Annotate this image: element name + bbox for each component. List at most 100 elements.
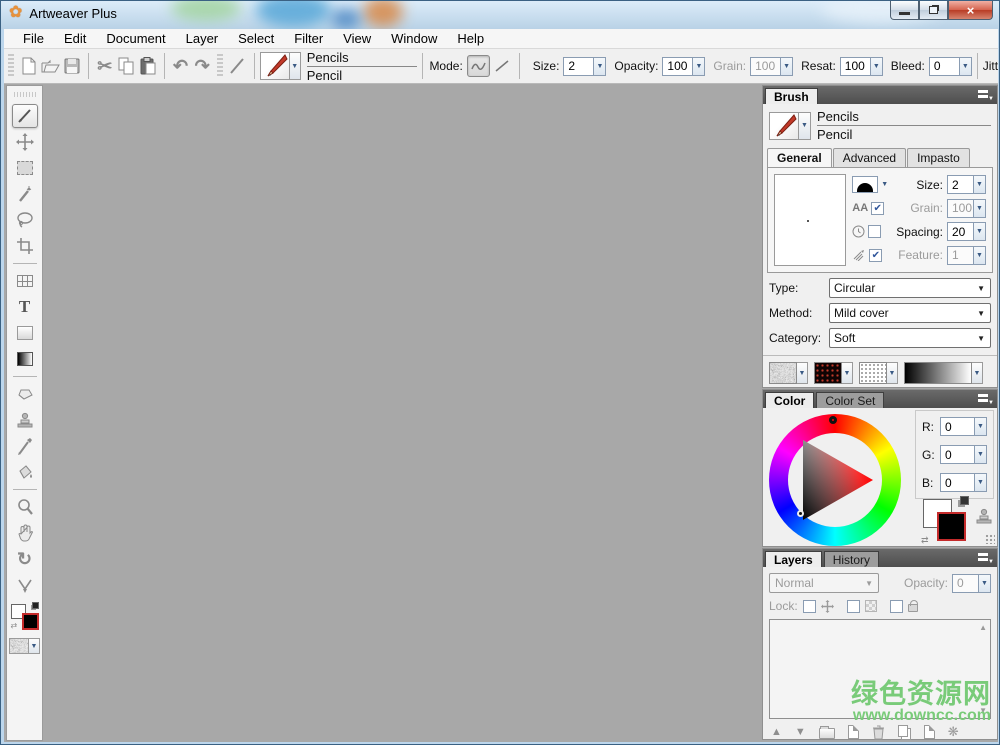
clone-stamp-tool[interactable] — [12, 408, 38, 432]
title-bar[interactable]: ✿ Artweaver Plus × — [1, 1, 999, 29]
layer-settings-gear-icon[interactable]: ❋ — [948, 724, 959, 740]
stipple-texture-swatch[interactable] — [859, 362, 887, 384]
toolbar-drag-handle[interactable] — [8, 54, 15, 78]
magic-wand-tool[interactable] — [12, 182, 38, 206]
lasso-tool[interactable] — [12, 208, 38, 232]
rotate-view-tool[interactable]: ↻ — [12, 547, 38, 571]
brush-category-label[interactable]: Pencils — [306, 50, 417, 67]
new-document-button[interactable] — [18, 54, 40, 78]
pattern-texture-swatch[interactable] — [814, 362, 842, 384]
gradient-dropdown[interactable]: ▼ — [972, 362, 983, 384]
menu-window[interactable]: Window — [382, 29, 446, 48]
stipple-texture-dropdown[interactable]: ▼ — [887, 362, 898, 384]
background-color-swatch-selected[interactable] — [21, 613, 39, 630]
freehand-mode-button[interactable] — [466, 55, 491, 77]
cut-button[interactable]: ✂ — [94, 54, 116, 78]
resat-dropdown[interactable]: ▼ — [869, 56, 883, 76]
minimize-button[interactable] — [890, 1, 919, 20]
menu-filter[interactable]: Filter — [285, 29, 332, 48]
brush-tool[interactable] — [11, 104, 38, 128]
canvas-area[interactable]: T ↻ ⇄ ▼ Brush ▼ ▼ Pencils Pencil General… — [4, 84, 998, 742]
paste-button[interactable] — [137, 54, 159, 78]
brush-variant-label[interactable]: Pencil — [307, 67, 417, 83]
current-brush-thumbnail[interactable] — [259, 52, 290, 80]
panel-resize-grip[interactable] — [985, 534, 995, 544]
type-combobox[interactable]: Circular ▼ — [829, 278, 991, 298]
layers-tab[interactable]: Layers — [765, 551, 822, 567]
bleed-dropdown[interactable]: ▼ — [958, 56, 972, 76]
symmetry-tool[interactable] — [12, 573, 38, 597]
opacity-input[interactable] — [662, 56, 693, 76]
panel-spacing-input[interactable] — [947, 222, 973, 242]
save-button[interactable] — [62, 54, 84, 78]
antialias-checkbox[interactable]: ✔ — [871, 201, 885, 215]
new-group-button[interactable] — [818, 726, 835, 739]
color-panel-tab[interactable]: Color — [765, 392, 815, 408]
pattern-swatch[interactable] — [9, 638, 29, 654]
new-layer-button[interactable] — [847, 725, 859, 739]
gradient-tool[interactable] — [12, 347, 38, 371]
default-colors-icon[interactable] — [960, 496, 969, 505]
panel-menu-icon[interactable]: ▼ — [978, 393, 994, 406]
b-dropdown[interactable]: ▼ — [974, 473, 987, 492]
menu-layer[interactable]: Layer — [177, 29, 228, 48]
pattern-dropdown[interactable]: ▼ — [29, 638, 40, 654]
resat-input[interactable] — [839, 56, 870, 76]
swap-colors-icon[interactable]: ⇄ — [921, 535, 929, 546]
tab-advanced[interactable]: Advanced — [832, 148, 907, 167]
menu-file[interactable]: File — [14, 29, 53, 48]
zoom-tool[interactable] — [12, 495, 38, 519]
brush-panel-category[interactable]: Pencils — [817, 109, 991, 126]
background-color-swatch-selected[interactable] — [937, 512, 966, 541]
menu-edit[interactable]: Edit — [55, 29, 95, 48]
history-tab[interactable]: History — [823, 551, 880, 567]
palette-drag-handle[interactable] — [13, 92, 36, 97]
r-input[interactable] — [940, 417, 974, 436]
color-wheel[interactable] — [769, 414, 901, 546]
menu-view[interactable]: View — [334, 29, 380, 48]
toolbar-drag-handle[interactable] — [216, 54, 224, 78]
menu-select[interactable]: Select — [229, 29, 283, 48]
delete-layer-button[interactable] — [872, 725, 885, 740]
move-layer-up-button[interactable]: ▲ — [771, 726, 782, 738]
layer-list[interactable]: ▲ ▼ — [769, 619, 991, 719]
panel-spacing-dropdown[interactable]: ▼ — [973, 222, 986, 242]
paper-texture-swatch[interactable] — [769, 362, 797, 384]
swap-colors-icon[interactable]: ⇄ — [11, 621, 18, 630]
copy-button[interactable] — [116, 54, 138, 78]
open-document-button[interactable] — [40, 54, 62, 78]
restore-button[interactable] — [919, 1, 948, 20]
bristles-checkbox[interactable]: ✔ — [869, 248, 883, 262]
color-set-tab[interactable]: Color Set — [816, 392, 885, 408]
gradient-swatch[interactable] — [904, 362, 972, 384]
brush-panel-tab[interactable]: Brush — [765, 88, 818, 104]
move-layer-down-button[interactable]: ▼ — [795, 726, 806, 738]
brush-panel-picker-dropdown[interactable]: ▼ — [799, 111, 811, 140]
duplicate-layer-button[interactable] — [897, 725, 908, 737]
color-stamp-icon[interactable] — [975, 508, 993, 524]
panel-menu-icon[interactable]: ▼ — [978, 89, 994, 102]
triangle-selector[interactable] — [797, 510, 804, 517]
g-dropdown[interactable]: ▼ — [974, 445, 987, 464]
menu-help[interactable]: Help — [448, 29, 493, 48]
hand-tool[interactable] — [12, 521, 38, 545]
eraser-tool[interactable] — [12, 382, 38, 406]
timing-checkbox[interactable] — [868, 225, 882, 239]
brush-tool-button[interactable] — [227, 54, 249, 78]
rectangular-selection-tool[interactable] — [12, 156, 38, 180]
tab-impasto[interactable]: Impasto — [907, 148, 970, 167]
paint-bucket-tool[interactable] — [12, 460, 38, 484]
scroll-down-arrow[interactable]: ▼ — [979, 706, 987, 715]
paper-texture-dropdown[interactable]: ▼ — [797, 362, 808, 384]
brush-picker-dropdown[interactable]: ▼ — [289, 52, 301, 80]
undo-button[interactable]: ↶ — [170, 54, 192, 78]
close-button[interactable]: × — [948, 1, 993, 20]
size-input[interactable] — [563, 56, 594, 76]
opacity-dropdown[interactable]: ▼ — [692, 56, 706, 76]
panel-menu-icon[interactable]: ▼ — [978, 552, 994, 565]
chevron-down-icon[interactable]: ▼ — [881, 181, 888, 188]
shape-tool[interactable] — [12, 321, 38, 345]
bleed-input[interactable] — [928, 56, 959, 76]
menu-document[interactable]: Document — [97, 29, 174, 48]
crop-tool[interactable] — [12, 234, 38, 258]
